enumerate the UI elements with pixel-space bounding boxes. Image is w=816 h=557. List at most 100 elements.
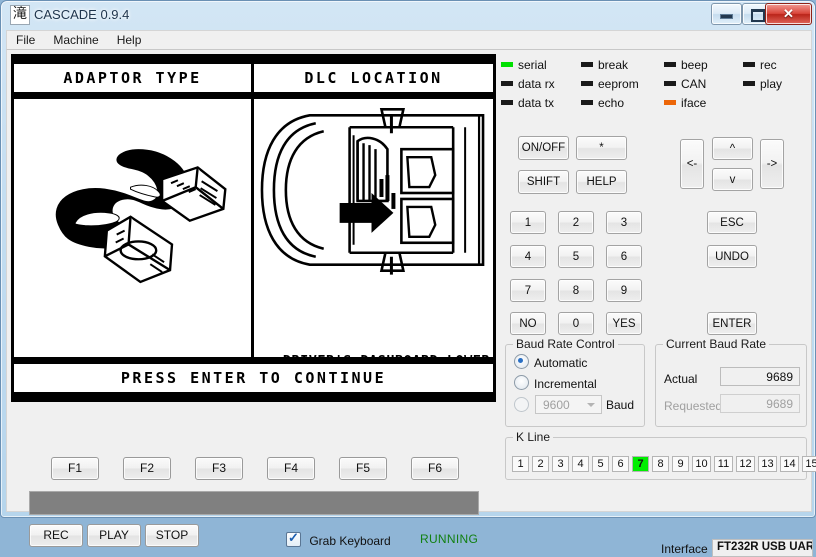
led-iface-label: iface: [681, 96, 707, 110]
lcd-pane-adaptor: ADAPTOR TYPE: [14, 57, 254, 399]
k-line-ch-6[interactable]: 6: [612, 456, 629, 472]
k-line-ch-12[interactable]: 12: [736, 456, 755, 472]
k-line-ch-3[interactable]: 3: [552, 456, 569, 472]
led-serial-indicator: [501, 62, 513, 67]
play-label: PLAY: [99, 528, 129, 542]
led-can-indicator: [664, 81, 676, 86]
k-line-ch-10[interactable]: 10: [692, 456, 711, 472]
key-up[interactable]: ^: [712, 137, 753, 160]
lcd-left-artwork: [14, 105, 251, 343]
key-shift[interactable]: SHIFT: [518, 170, 569, 194]
led-item-data-tx: data tx: [501, 96, 554, 110]
grab-keyboard-checkbox[interactable]: ✓ Grab Keyboard: [286, 531, 391, 548]
radio-incremental-label: Incremental: [534, 377, 597, 391]
key-onoff[interactable]: ON/OFF: [518, 136, 569, 160]
key-4[interactable]: 4: [510, 245, 546, 268]
led-item-can: CAN: [664, 77, 706, 91]
lcd-footer-text: PRESS ENTER TO CONTINUE: [120, 369, 387, 387]
key-esc[interactable]: ESC: [707, 211, 757, 234]
f5-button[interactable]: F5: [339, 457, 387, 480]
title-bar: 滝 CASCADE 0.9.4 ✕: [1, 1, 815, 29]
key-enter[interactable]: ENTER: [707, 312, 757, 335]
led-item-eeprom: eeprom: [581, 77, 639, 91]
led-beep-indicator: [664, 62, 676, 67]
k-line-ch-14[interactable]: 14: [780, 456, 799, 472]
rec-button[interactable]: REC: [29, 524, 83, 547]
key-undo-label: UNDO: [715, 250, 749, 263]
led-item-echo: echo: [581, 96, 624, 110]
led-play-label: play: [760, 77, 783, 91]
status-badge: RUNNING: [420, 532, 479, 546]
k-line-ch-9[interactable]: 9: [672, 456, 689, 472]
led-break-indicator: [581, 62, 593, 67]
lcd-right-artwork: [254, 105, 493, 337]
key-0[interactable]: 0: [558, 312, 594, 335]
key-left[interactable]: <-: [680, 139, 704, 189]
key-down[interactable]: v: [712, 168, 753, 191]
key-7[interactable]: 7: [510, 279, 546, 302]
baud-rate-control-title: Baud Rate Control: [513, 337, 618, 351]
radio-manual[interactable]: [514, 397, 529, 413]
led-data-rx-label: data rx: [518, 77, 555, 91]
f1-button[interactable]: F1: [51, 457, 99, 480]
key-8-label: 8: [572, 284, 580, 297]
baud-select[interactable]: 9600: [535, 395, 602, 414]
f3-button[interactable]: F3: [195, 457, 243, 480]
led-rec-indicator: [743, 62, 755, 67]
status-led-panel: serial data rx data tx break eeprom echo…: [501, 58, 811, 110]
k-line-ch-1[interactable]: 1: [512, 456, 529, 472]
f6-button[interactable]: F6: [411, 457, 459, 480]
play-button[interactable]: PLAY: [87, 524, 141, 547]
key-right[interactable]: ->: [760, 139, 784, 189]
lcd-left-header: ADAPTOR TYPE: [14, 57, 251, 99]
lcd-right-header-text: DLC LOCATION: [304, 69, 443, 87]
k-line-ch-5[interactable]: 5: [592, 456, 609, 472]
key-9[interactable]: 9: [606, 279, 642, 302]
baud-rate-control-group: Baud Rate Control Automatic Incremental …: [505, 337, 645, 427]
key-1-label: 1: [524, 216, 532, 229]
led-item-iface: iface: [664, 96, 706, 110]
stop-button[interactable]: STOP: [145, 524, 199, 547]
dlc-cable-illustration: [55, 149, 227, 284]
key-6[interactable]: 6: [606, 245, 642, 268]
led-rec-label: rec: [760, 58, 777, 72]
key-down-label: v: [729, 173, 736, 186]
key-8[interactable]: 8: [558, 279, 594, 302]
key-shift-label: SHIFT: [526, 176, 561, 188]
client-area: ADAPTOR TYPE DLC LOCATION PRESS ENTER TO…: [6, 50, 816, 557]
key-no[interactable]: NO: [510, 312, 546, 335]
lcd-display[interactable]: ADAPTOR TYPE DLC LOCATION PRESS ENTER TO…: [11, 54, 496, 402]
f4-button[interactable]: F4: [267, 457, 315, 480]
led-serial-label: serial: [518, 58, 547, 72]
close-icon: ✕: [783, 6, 794, 21]
k-line-ch-7[interactable]: 7: [632, 456, 649, 472]
close-button[interactable]: ✕: [765, 3, 812, 25]
radio-incremental-dot: [514, 375, 529, 390]
key-3[interactable]: 3: [606, 211, 642, 234]
actual-label: Actual: [664, 372, 698, 386]
k-line-ch-15[interactable]: 15: [802, 456, 816, 472]
menu-item-file[interactable]: File: [7, 31, 44, 49]
k-line-ch-11[interactable]: 11: [714, 456, 733, 472]
key-star[interactable]: *: [576, 136, 627, 160]
k-line-ch-8[interactable]: 8: [652, 456, 669, 472]
f2-button[interactable]: F2: [123, 457, 171, 480]
led-item-serial: serial: [501, 58, 547, 72]
key-undo[interactable]: UNDO: [707, 245, 757, 268]
key-yes[interactable]: YES: [606, 312, 642, 335]
radio-automatic[interactable]: Automatic: [514, 354, 587, 370]
app-icon: 滝: [10, 5, 30, 25]
key-2[interactable]: 2: [558, 211, 594, 234]
key-5[interactable]: 5: [558, 245, 594, 268]
k-line-ch-4[interactable]: 4: [572, 456, 589, 472]
key-help[interactable]: HELP: [576, 170, 627, 194]
k-line-ch-13[interactable]: 13: [758, 456, 777, 472]
k-line-ch-2[interactable]: 2: [532, 456, 549, 472]
radio-incremental[interactable]: Incremental: [514, 375, 597, 391]
key-1[interactable]: 1: [510, 211, 546, 234]
led-item-break: break: [581, 58, 628, 72]
menu-item-machine[interactable]: Machine: [44, 31, 107, 49]
minimize-button[interactable]: [711, 3, 742, 25]
key-3-label: 3: [620, 216, 628, 229]
menu-item-help[interactable]: Help: [108, 31, 151, 49]
